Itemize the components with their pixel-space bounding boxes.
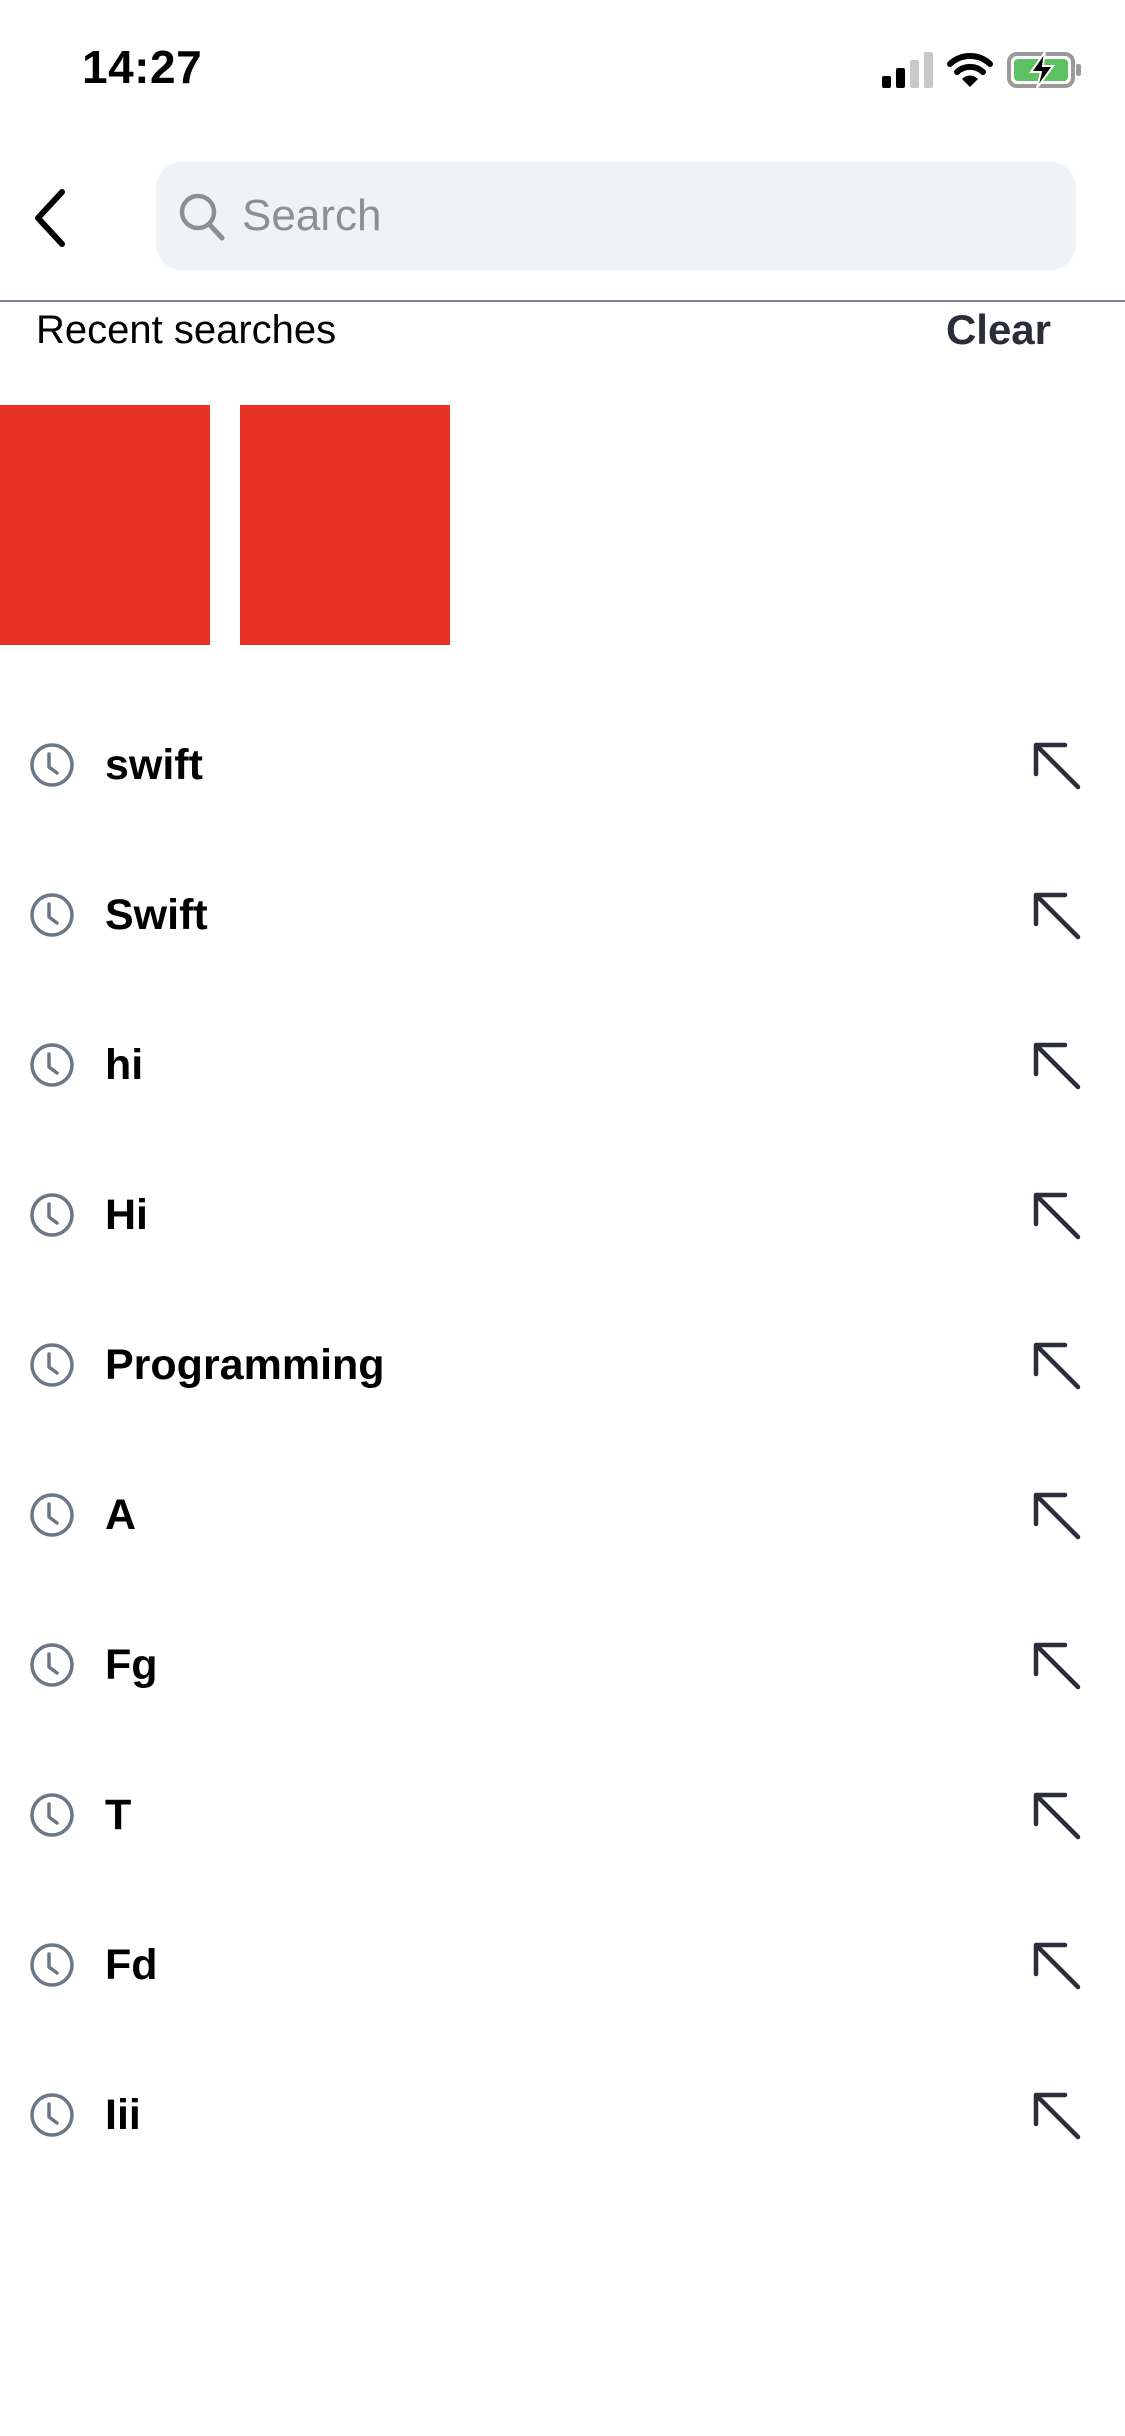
- clock-icon: [30, 1343, 74, 1387]
- arrow-up-left-icon[interactable]: [1031, 1790, 1083, 1842]
- back-button[interactable]: [20, 183, 80, 253]
- recent-search-item[interactable]: T: [0, 1740, 1125, 1890]
- arrow-up-left-icon[interactable]: [1031, 1040, 1083, 1092]
- recent-search-label: Swift: [105, 891, 208, 939]
- recent-searches-title: Recent searches: [36, 308, 337, 352]
- recent-search-item[interactable]: A: [0, 1440, 1125, 1590]
- recent-search-label: Hi: [105, 1191, 148, 1239]
- wifi-icon: [947, 53, 993, 87]
- status-icons: [882, 50, 1083, 90]
- recent-search-label: A: [105, 1491, 137, 1539]
- recent-search-item[interactable]: Iii: [0, 2040, 1125, 2190]
- search-header: [0, 135, 1125, 300]
- recent-search-item[interactable]: Swift: [0, 840, 1125, 990]
- recent-search-item[interactable]: hi: [0, 990, 1125, 1140]
- search-input[interactable]: [242, 191, 1042, 241]
- status-bar: 14:27: [0, 0, 1125, 135]
- status-time: 14:27: [82, 41, 203, 93]
- arrow-up-left-icon[interactable]: [1031, 2090, 1083, 2142]
- recent-search-item[interactable]: Fg: [0, 1590, 1125, 1740]
- recent-search-label: Programming: [105, 1341, 385, 1389]
- recent-search-label: swift: [105, 741, 203, 789]
- recent-thumbnails: [0, 405, 450, 645]
- recent-search-item[interactable]: swift: [0, 690, 1125, 840]
- clock-icon: [30, 1943, 74, 1987]
- clock-icon: [30, 743, 74, 787]
- cellular-signal-icon: [882, 52, 933, 88]
- search-field[interactable]: [156, 162, 1076, 270]
- search-icon: [179, 193, 225, 241]
- recent-thumbnail[interactable]: [0, 405, 210, 645]
- recent-searches-header: Recent searches Clear: [0, 302, 1125, 362]
- recent-search-item[interactable]: Programming: [0, 1290, 1125, 1440]
- arrow-up-left-icon[interactable]: [1031, 1640, 1083, 1692]
- chevron-left-icon: [35, 189, 65, 247]
- recent-search-item[interactable]: Hi: [0, 1140, 1125, 1290]
- battery-charging-icon: [1007, 51, 1081, 89]
- arrow-up-left-icon[interactable]: [1031, 1190, 1083, 1242]
- arrow-up-left-icon[interactable]: [1031, 740, 1083, 792]
- clock-icon: [30, 1793, 74, 1837]
- clock-icon: [30, 893, 74, 937]
- arrow-up-left-icon[interactable]: [1031, 1940, 1083, 1992]
- recent-search-label: hi: [105, 1041, 144, 1089]
- recent-search-item[interactable]: Fd: [0, 1890, 1125, 2040]
- clock-icon: [30, 1643, 74, 1687]
- recent-search-label: T: [105, 1791, 132, 1839]
- clear-button[interactable]: Clear: [946, 306, 1051, 354]
- clock-icon: [30, 2093, 74, 2137]
- clock-icon: [30, 1493, 74, 1537]
- arrow-up-left-icon[interactable]: [1031, 1490, 1083, 1542]
- recent-search-label: Fd: [105, 1941, 158, 1989]
- clock-icon: [30, 1193, 74, 1237]
- arrow-up-left-icon[interactable]: [1031, 1340, 1083, 1392]
- recent-search-label: Fg: [105, 1641, 158, 1689]
- arrow-up-left-icon[interactable]: [1031, 890, 1083, 942]
- clock-icon: [30, 1043, 74, 1087]
- recent-search-label: Iii: [105, 2091, 141, 2139]
- recent-thumbnail[interactable]: [240, 405, 450, 645]
- recent-searches-list: swift Swift hi Hi Programming A Fg T Fd …: [0, 690, 1125, 2190]
